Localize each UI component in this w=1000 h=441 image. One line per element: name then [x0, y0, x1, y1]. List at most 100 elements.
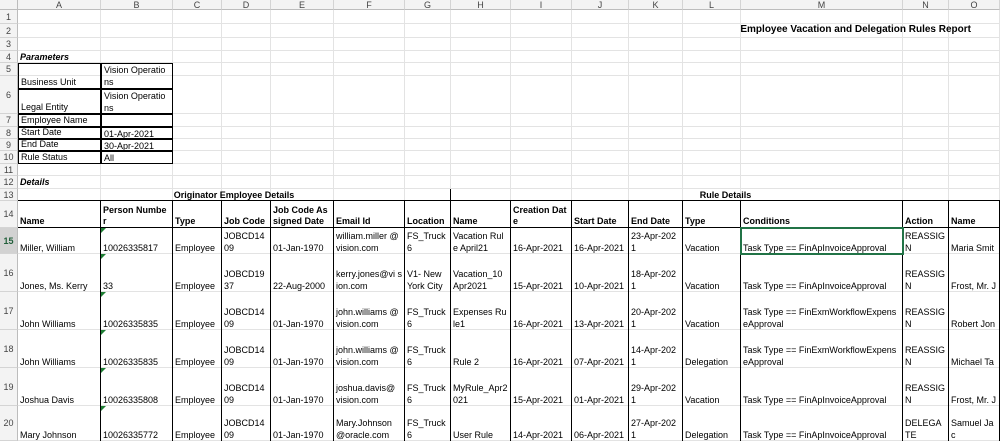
- table-cell[interactable]: joshua.davis@ vision.com: [334, 368, 405, 406]
- table-cell[interactable]: JOBCD1409: [222, 406, 271, 441]
- column-header[interactable]: F: [334, 0, 405, 10]
- column-header[interactable]: I: [511, 0, 572, 10]
- parameter-value[interactable]: 01-Apr-2021: [101, 127, 173, 139]
- column-header[interactable]: O: [949, 0, 1000, 10]
- table-cell[interactable]: Employee: [173, 254, 222, 292]
- row-header[interactable]: 13: [0, 189, 18, 201]
- select-all-corner[interactable]: [0, 0, 18, 10]
- table-cell[interactable]: 33: [101, 254, 173, 292]
- table-cell[interactable]: kerry.jones@vi sion.com: [334, 254, 405, 292]
- row-header[interactable]: 11: [0, 164, 18, 176]
- table-cell[interactable]: FS_Truck6: [405, 330, 451, 368]
- table-cell[interactable]: Task Type == FinApInvoiceApproval: [741, 368, 903, 406]
- table-cell[interactable]: JOBCD1937: [222, 254, 271, 292]
- table-cell[interactable]: Rule 2: [451, 330, 511, 368]
- table-cell[interactable]: 16-Apr-2021: [511, 228, 572, 254]
- table-cell[interactable]: V1- New York City: [405, 254, 451, 292]
- parameter-value[interactable]: 30-Apr-2021: [101, 139, 173, 151]
- column-header[interactable]: N: [903, 0, 949, 10]
- column-header[interactable]: B: [101, 0, 173, 10]
- row-header[interactable]: 16: [0, 254, 18, 292]
- table-cell[interactable]: 01-Apr-2021: [572, 368, 629, 406]
- table-cell[interactable]: Mary.Johnson @oracle.com: [334, 406, 405, 441]
- table-cell[interactable]: REASSIGN: [903, 292, 949, 330]
- table-cell[interactable]: FS_Truck6: [405, 228, 451, 254]
- table-cell[interactable]: 01-Jan-1970: [271, 368, 334, 406]
- row-header[interactable]: 20: [0, 406, 18, 441]
- parameter-value[interactable]: [101, 114, 173, 127]
- table-cell[interactable]: Samuel Jac: [949, 406, 1000, 441]
- table-cell[interactable]: 10026335817: [101, 228, 173, 254]
- row-header[interactable]: 4: [0, 51, 18, 63]
- table-cell[interactable]: 10026335808: [101, 368, 173, 406]
- row-header[interactable]: 15: [0, 228, 18, 254]
- column-header[interactable]: G: [405, 0, 451, 10]
- table-cell[interactable]: REASSIGN: [903, 254, 949, 292]
- table-cell[interactable]: REASSIGN: [903, 228, 949, 254]
- table-cell[interactable]: Task Type == FinExmWorkflowExpenseApprov…: [741, 292, 903, 330]
- table-cell[interactable]: 13-Apr-2021: [572, 292, 629, 330]
- table-cell[interactable]: John Williams: [18, 330, 101, 368]
- row-header[interactable]: 8: [0, 127, 18, 139]
- column-header[interactable]: K: [629, 0, 683, 10]
- table-cell[interactable]: Maria Smit: [949, 228, 1000, 254]
- table-cell[interactable]: 15-Apr-2021: [511, 254, 572, 292]
- table-cell[interactable]: Robert Jon: [949, 292, 1000, 330]
- row-header[interactable]: 18: [0, 330, 18, 368]
- table-cell[interactable]: John Williams: [18, 292, 101, 330]
- table-cell[interactable]: Employee: [173, 406, 222, 441]
- parameter-value[interactable]: All: [101, 151, 173, 164]
- column-header[interactable]: C: [173, 0, 222, 10]
- table-cell[interactable]: Delegation: [683, 406, 741, 441]
- active-cell-selection[interactable]: [740, 227, 904, 255]
- table-cell[interactable]: john.williams @vision.com: [334, 330, 405, 368]
- table-cell[interactable]: REASSIGN: [903, 330, 949, 368]
- table-cell[interactable]: 22-Aug-2000: [271, 254, 334, 292]
- row-header[interactable]: 9: [0, 139, 18, 151]
- row-header[interactable]: 7: [0, 114, 18, 127]
- table-cell[interactable]: Michael Ta: [949, 330, 1000, 368]
- table-cell[interactable]: Expenses Rule1: [451, 292, 511, 330]
- table-cell[interactable]: JOBCD1409: [222, 292, 271, 330]
- table-cell[interactable]: Mary Johnson: [18, 406, 101, 441]
- column-header[interactable]: H: [451, 0, 511, 10]
- table-cell[interactable]: Task Type == FinExmWorkflowExpenseApprov…: [741, 330, 903, 368]
- table-cell[interactable]: Employee: [173, 292, 222, 330]
- row-header[interactable]: 5: [0, 63, 18, 76]
- table-cell[interactable]: 01-Jan-1970: [271, 406, 334, 441]
- table-cell[interactable]: 01-Jan-1970: [271, 330, 334, 368]
- table-cell[interactable]: 10-Apr-2021: [572, 254, 629, 292]
- table-cell[interactable]: 16-Apr-2021: [511, 292, 572, 330]
- table-cell[interactable]: 23-Apr-2021: [629, 228, 683, 254]
- table-cell[interactable]: Delegation: [683, 330, 741, 368]
- row-header[interactable]: 3: [0, 38, 18, 51]
- table-cell[interactable]: User Rule: [451, 406, 511, 441]
- table-cell[interactable]: Vacation Rule April21: [451, 228, 511, 254]
- table-cell[interactable]: FS_Truck6: [405, 406, 451, 441]
- table-cell[interactable]: 20-Apr-2021: [629, 292, 683, 330]
- table-cell[interactable]: 16-Apr-2021: [572, 228, 629, 254]
- row-header[interactable]: 2: [0, 24, 18, 38]
- column-header[interactable]: J: [572, 0, 629, 10]
- table-cell[interactable]: Frost, Mr. J: [949, 368, 1000, 406]
- column-header[interactable]: D: [222, 0, 271, 10]
- spreadsheet[interactable]: A B C D E F G H I J K L M N O 1 2 3 4 5 6 7 8 9 10 11 12 13 14 15 16 17…: [0, 0, 1000, 441]
- table-cell[interactable]: 07-Apr-2021: [572, 330, 629, 368]
- table-cell[interactable]: FS_Truck6: [405, 292, 451, 330]
- table-cell[interactable]: JOBCD1409: [222, 330, 271, 368]
- table-cell[interactable]: DELEGATE: [903, 406, 949, 441]
- row-header[interactable]: 14: [0, 201, 18, 228]
- table-cell[interactable]: 06-Apr-2021: [572, 406, 629, 441]
- table-cell[interactable]: 01-Jan-1970: [271, 292, 334, 330]
- column-header[interactable]: E: [271, 0, 334, 10]
- row-header[interactable]: 19: [0, 368, 18, 406]
- table-cell[interactable]: Task Type == FinApInvoiceApproval: [741, 406, 903, 441]
- row-header[interactable]: 17: [0, 292, 18, 330]
- table-cell[interactable]: Employee: [173, 228, 222, 254]
- table-cell[interactable]: 10026335835: [101, 292, 173, 330]
- column-header[interactable]: L: [683, 0, 741, 10]
- table-cell[interactable]: REASSIGN: [903, 368, 949, 406]
- table-cell[interactable]: 14-Apr-2021: [629, 330, 683, 368]
- table-cell[interactable]: 01-Jan-1970: [271, 228, 334, 254]
- row-header[interactable]: 10: [0, 151, 18, 164]
